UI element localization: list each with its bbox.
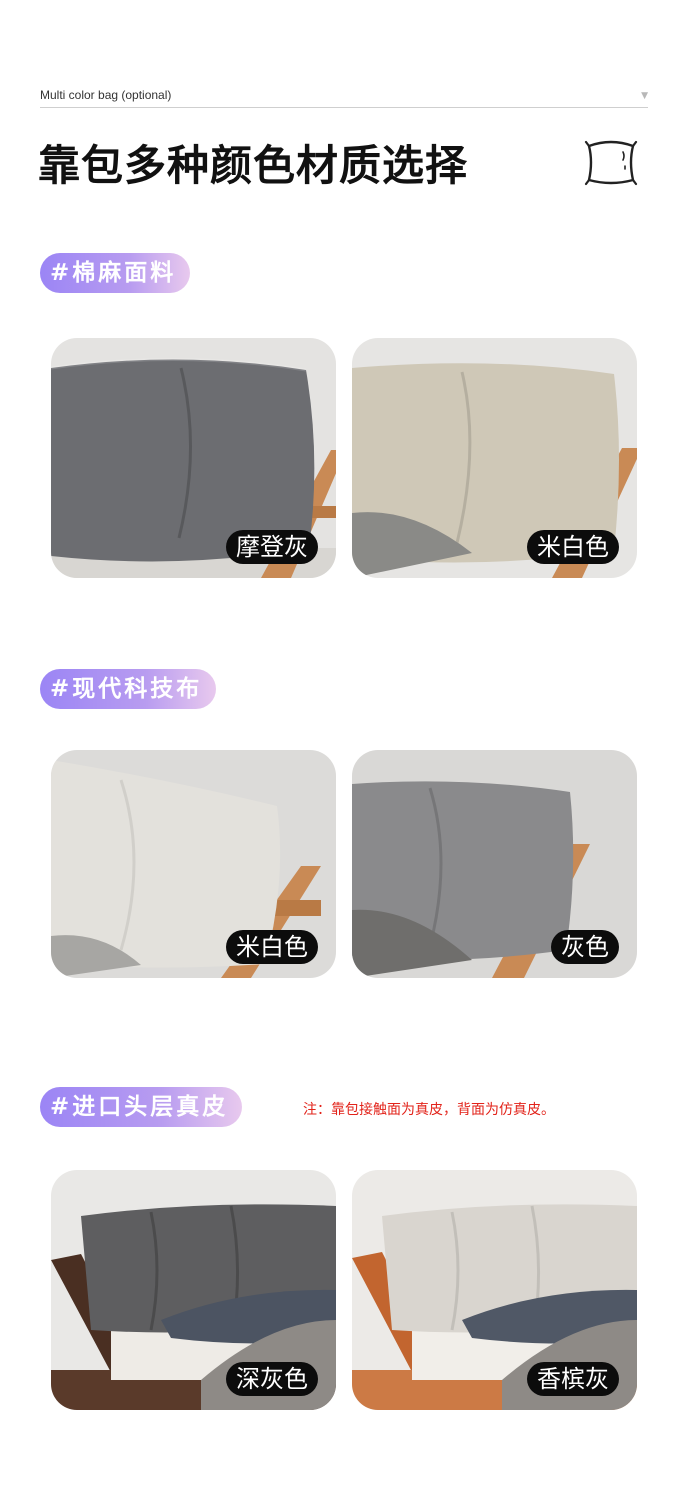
section-tag-leather: #进口头层真皮 [40, 1087, 243, 1127]
option-select[interactable]: Multi color bag (optional) ▼ [40, 88, 648, 108]
section-tag-linen: #棉麻面料 [40, 253, 191, 293]
leather-note: 注：靠包接触面为真皮，背面为仿真皮。 [303, 1102, 555, 1118]
option-label: Multi color bag (optional) [40, 88, 172, 102]
color-label: 米白色 [527, 530, 619, 564]
swatch-card[interactable]: 摩登灰 [51, 338, 336, 578]
swatch-card[interactable]: 米白色 [51, 750, 336, 978]
color-label: 米白色 [226, 930, 318, 964]
page-title: 靠包多种颜色材质选择 [38, 141, 469, 190]
dropdown-arrow-icon[interactable]: ▼ [641, 91, 648, 101]
color-label: 摩登灰 [226, 530, 318, 564]
swatch-card[interactable]: 米白色 [352, 338, 637, 578]
section-tag-tech-fabric: #现代科技布 [40, 669, 217, 709]
pillow-icon [584, 140, 638, 186]
swatch-card[interactable]: 深灰色 [51, 1170, 336, 1410]
color-label: 香槟灰 [527, 1362, 619, 1396]
color-label: 深灰色 [226, 1362, 318, 1396]
swatch-card[interactable]: 灰色 [352, 750, 637, 978]
swatch-card[interactable]: 香槟灰 [352, 1170, 637, 1410]
color-label: 灰色 [551, 930, 619, 964]
